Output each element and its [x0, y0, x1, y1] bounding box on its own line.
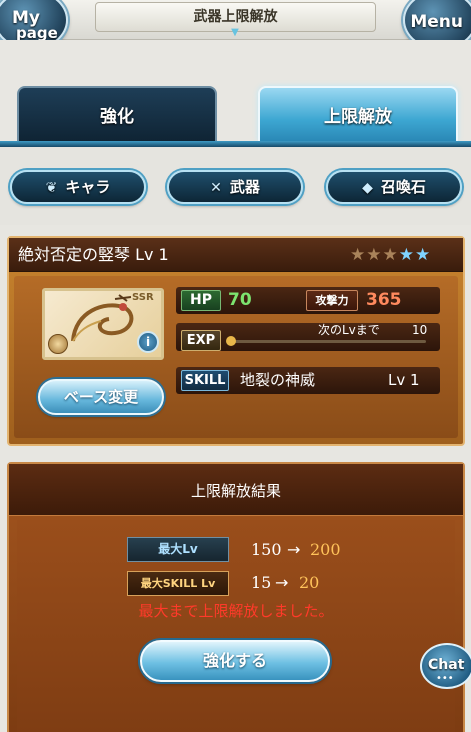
rarity-badge: SSR	[132, 292, 154, 303]
max-skill-level-to: 20	[299, 573, 320, 592]
star-icon: ★	[350, 245, 367, 265]
mypage-label-line2: page	[16, 24, 58, 42]
max-skill-level-label: 最大SKILL Lv	[127, 571, 229, 596]
info-icon[interactable]: i	[137, 331, 159, 353]
exp-bar-marker	[226, 336, 236, 346]
arrow-icon: →	[275, 573, 289, 592]
max-level-to: 200	[310, 540, 341, 559]
max-skill-level-from: 15	[251, 573, 272, 592]
star-icon: ★	[415, 245, 432, 265]
chat-dots-icon: •••	[436, 673, 454, 684]
enhance-button[interactable]: 強化する	[140, 640, 330, 682]
filter-weapon-button[interactable]: ✕ 武器	[167, 170, 303, 204]
next-level-label: 次のLvまで	[318, 323, 380, 337]
skill-label: SKILL	[181, 370, 229, 391]
exp-bar	[230, 340, 426, 343]
tab-limit-break[interactable]: 上限解放	[258, 86, 458, 141]
crossed-swords-icon: ✕	[210, 180, 222, 196]
uncap-stars: ★★★★★	[350, 246, 431, 264]
max-level-label: 最大Lv	[127, 537, 229, 562]
max-uncap-message: 最大まで上限解放しました。	[138, 602, 334, 620]
title-pin-icon: ▼	[231, 27, 239, 38]
menu-label: Menu	[410, 12, 463, 32]
result-body	[17, 520, 455, 732]
arrow-icon: →	[287, 540, 301, 559]
filter-weapon-label: 武器	[229, 178, 260, 196]
atk-value: 365	[366, 290, 402, 310]
filter-summon-label: 召喚石	[380, 178, 426, 196]
element-icon	[48, 334, 68, 354]
star-icon: ★	[382, 245, 399, 265]
star-icon: ★	[366, 245, 383, 265]
filter-summon-button[interactable]: ◆ 召喚石	[326, 170, 462, 204]
max-level-from: 150	[251, 540, 282, 559]
atk-label: 攻撃力	[306, 290, 358, 311]
skill-name: 地裂の神威	[240, 371, 316, 389]
base-change-button[interactable]: ベース変更	[38, 379, 164, 415]
crystal-icon: ◆	[362, 180, 373, 196]
filter-character-label: キャラ	[65, 178, 111, 196]
character-icon: ❦	[45, 180, 58, 196]
filter-character-button[interactable]: ❦ キャラ	[10, 170, 146, 204]
hp-value: 70	[228, 290, 252, 310]
star-icon: ★	[398, 245, 415, 265]
skill-level: Lv 1	[388, 371, 420, 389]
hp-label: HP	[181, 290, 221, 311]
next-level-value: 10	[412, 323, 428, 337]
tab-strengthen[interactable]: 強化	[17, 86, 217, 141]
result-title: 上限解放結果	[190, 482, 281, 500]
chat-label: Chat	[428, 657, 465, 673]
weapon-name: 絶対否定の竪琴 Lv 1	[18, 245, 169, 264]
exp-label: EXP	[181, 330, 221, 351]
